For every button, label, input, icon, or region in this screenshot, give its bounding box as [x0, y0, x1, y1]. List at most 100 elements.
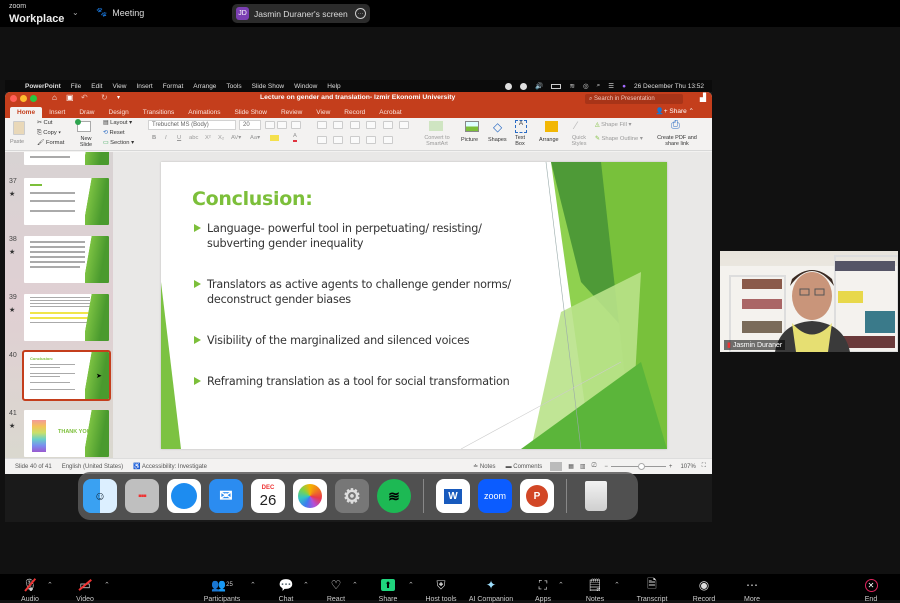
align-center-icon[interactable] [333, 136, 343, 144]
slide-thumbnail-37[interactable] [24, 178, 109, 225]
dock-zoom[interactable]: zoom [478, 479, 512, 513]
chevron-down-icon[interactable]: ⌄ [72, 8, 79, 17]
accessibility-button[interactable]: ♿ Accessibility: Investigate [133, 463, 207, 470]
align-text-icon[interactable] [383, 136, 393, 144]
dock-finder[interactable]: ☺ [83, 479, 117, 513]
tab-transitions[interactable]: Transitions [136, 107, 182, 118]
close-window-button[interactable] [10, 95, 17, 102]
clear-format-icon[interactable] [291, 121, 301, 129]
dock-powerpoint[interactable]: P [520, 479, 554, 513]
slide-bullet-4[interactable]: Reframing translation as a tool for soci… [194, 374, 510, 389]
participants-options-caret[interactable]: ⌃ [250, 581, 256, 589]
search-presentation-input[interactable]: ⌕ Search in Presentation [585, 94, 683, 104]
status-icon-2[interactable] [520, 82, 528, 90]
tab-home[interactable]: Home [10, 107, 43, 118]
spotlight-icon[interactable]: ⌕ [597, 82, 601, 90]
maximize-window-button[interactable] [30, 95, 37, 102]
language-indicator[interactable]: English (United States) [62, 464, 123, 470]
dock-mail[interactable]: ✉ [209, 479, 243, 513]
apps-button[interactable]: ⛶ Apps [513, 578, 573, 603]
home-icon[interactable]: ⌂ [52, 93, 57, 102]
font-name-select[interactable]: Trebuchet MS (Body) [148, 120, 236, 130]
change-case-button[interactable]: Aa▾ [250, 135, 260, 141]
slide-thumbnail-41[interactable]: THANK YOU [24, 410, 109, 457]
tab-insert[interactable]: Insert [42, 107, 72, 118]
tab-draw[interactable]: Draw [72, 107, 101, 118]
undo-icon[interactable]: ↶ [81, 93, 88, 102]
participants-button[interactable]: 👥 25 Participants [192, 578, 252, 603]
siri-icon[interactable]: ● [622, 83, 626, 90]
new-slide-button[interactable]: New Slide [77, 136, 95, 148]
zoom-slider-knob[interactable] [637, 463, 645, 470]
dock-word[interactable]: W [436, 479, 470, 513]
dock-safari[interactable] [167, 479, 201, 513]
decrease-indent-icon[interactable] [350, 121, 360, 129]
notes-options-caret[interactable]: ⌃ [614, 581, 620, 589]
smartart-icon[interactable] [429, 121, 443, 131]
tab-animations[interactable]: Animations [181, 107, 227, 118]
tab-record[interactable]: Record [337, 107, 372, 118]
tab-review[interactable]: Review [274, 107, 309, 118]
slide-thumbnail-38[interactable] [24, 236, 109, 283]
zoom-out-button[interactable]: − [604, 464, 608, 470]
menu-format[interactable]: Format [163, 83, 184, 90]
numbering-icon[interactable] [333, 121, 343, 129]
zoom-in-button[interactable]: + [669, 464, 673, 470]
underline-button[interactable]: U [177, 135, 181, 141]
layout-button[interactable]: ▤ Layout ▾ [103, 120, 132, 126]
menu-arrange[interactable]: Arrange [193, 83, 216, 90]
slide-bullet-2[interactable]: Translators as active agents to challeng… [194, 277, 511, 307]
bold-button[interactable]: B [152, 135, 156, 141]
highlight-color-button[interactable] [270, 135, 279, 141]
increase-indent-icon[interactable] [366, 121, 376, 129]
screen-share-indicator[interactable]: JD Jasmin Duraner's screen ··· [232, 4, 370, 23]
slide-thumbnails-panel[interactable]: 37 ★ 38 ★ 39 ★ 40 Conclusion: ➤ 41 ★ THA… [5, 152, 113, 458]
arrange-icon[interactable] [545, 121, 558, 132]
align-right-icon[interactable] [350, 136, 360, 144]
status-icon-1[interactable] [505, 82, 513, 90]
shape-fill-button[interactable]: ◬ Shape Fill ▾ [595, 122, 631, 128]
battery-icon[interactable] [551, 83, 562, 89]
notes-button[interactable]: ≐ Notes [473, 463, 495, 470]
quick-styles-icon[interactable]: ⁄ [575, 120, 577, 132]
shapes-button[interactable]: Shapes [488, 137, 507, 143]
slide-bullet-1[interactable]: Language- powerful tool in perpetuating/… [194, 221, 482, 251]
new-slide-icon[interactable] [75, 119, 91, 132]
zoom-slider[interactable] [610, 463, 666, 470]
tab-view[interactable]: View [309, 107, 337, 118]
tab-design[interactable]: Design [102, 107, 136, 118]
convert-smartart-button[interactable]: Convert to SmartArt [423, 135, 451, 147]
dock-trash[interactable] [579, 479, 613, 513]
italic-button[interactable]: I [165, 135, 167, 141]
dock-calendar[interactable]: DEC 26 [251, 479, 285, 513]
menu-insert[interactable]: Insert [136, 83, 152, 90]
react-options-caret[interactable]: ⌃ [352, 581, 358, 589]
columns-icon[interactable] [399, 121, 409, 129]
slide-thumbnail-40-selected[interactable]: Conclusion: ➤ [22, 350, 111, 401]
tab-acrobat[interactable]: Acrobat [372, 107, 408, 118]
dock-launchpad[interactable]: ▪▪▪ [125, 479, 159, 513]
section-button[interactable]: ▭ Section ▾ [103, 140, 134, 146]
copy-button[interactable]: ⎘ Copy ▾ [37, 130, 61, 137]
cut-button[interactable]: ✂ Cut [37, 120, 53, 126]
zoom-workplace-logo[interactable]: zoom Workplace [9, 3, 64, 26]
dock-spotify[interactable]: ≋ [377, 479, 411, 513]
slide-thumbnail-36[interactable] [24, 152, 109, 165]
slide-editing-area[interactable]: Conclusion: Language- powerful tool in p… [113, 152, 712, 458]
menu-help[interactable]: Help [327, 83, 340, 90]
menu-slide-show[interactable]: Slide Show [252, 83, 285, 90]
create-pdf-icon[interactable]: ⎙ [671, 119, 680, 132]
redo-icon[interactable]: ↻ [101, 93, 108, 102]
slideshow-button[interactable]: ⎚ [592, 463, 597, 470]
slide-bullet-3[interactable]: Visibility of the marginalized and silen… [194, 333, 470, 348]
apps-options-caret[interactable]: ⌃ [558, 581, 564, 589]
audio-options-caret[interactable]: ⌃ [47, 581, 53, 589]
picture-button[interactable]: Picture [461, 137, 478, 143]
end-meeting-button[interactable]: ✕ End [841, 578, 900, 603]
menu-edit[interactable]: Edit [91, 83, 102, 90]
comments-button[interactable]: ▬ Comments [506, 464, 543, 470]
arrange-button[interactable]: Arrange [539, 137, 559, 143]
text-box-button[interactable]: Text Box [511, 135, 529, 147]
picture-icon[interactable] [465, 121, 479, 132]
normal-view-button[interactable] [550, 462, 563, 471]
